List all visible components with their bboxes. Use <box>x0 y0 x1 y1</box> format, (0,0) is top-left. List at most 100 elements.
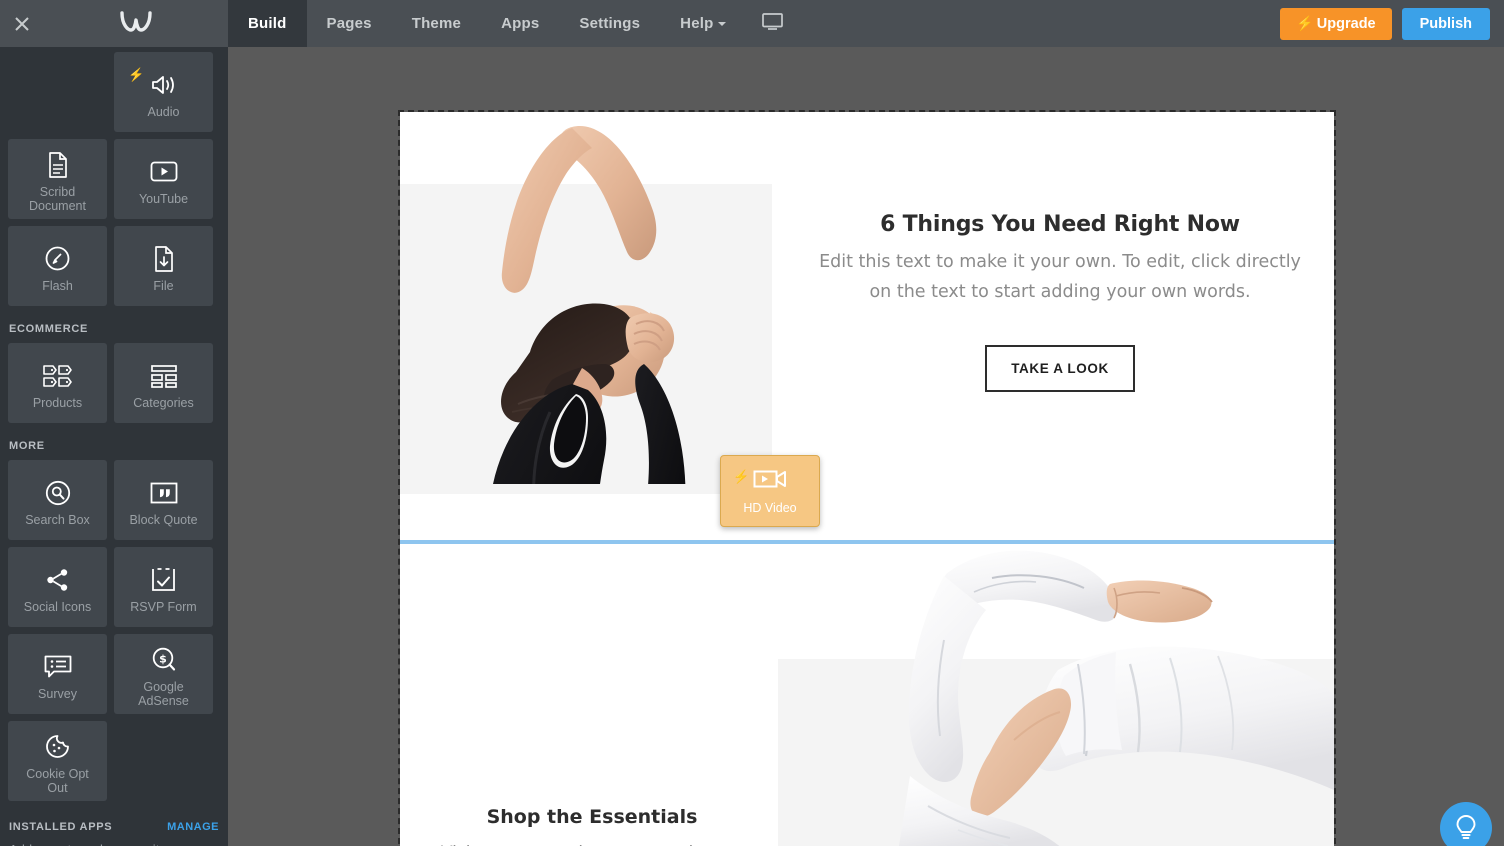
chevron-down-icon <box>718 21 727 26</box>
file-download-icon <box>153 244 175 274</box>
youtube-icon <box>150 157 178 187</box>
hero-body-text: Edit this text to make it your own. To e… <box>819 252 1301 302</box>
tab-build[interactable]: Build <box>228 0 307 47</box>
weebly-logo-icon <box>119 8 153 39</box>
tab-theme-label: Theme <box>411 15 462 32</box>
tile-google-adsense[interactable]: $ Google AdSense <box>114 634 213 714</box>
lower-title: Shop the Essentials <box>486 806 698 828</box>
cookie-icon <box>45 732 70 762</box>
monitor-icon <box>762 12 784 35</box>
video-camera-icon <box>753 468 787 495</box>
tab-apps[interactable]: Apps <box>481 0 559 47</box>
lower-text-block[interactable]: Shop the Essentials Visitors want to kno… <box>422 806 762 846</box>
tile-social-icons[interactable]: Social Icons <box>8 547 107 627</box>
svg-text:$: $ <box>159 652 167 665</box>
tile-flash-label: Flash <box>42 278 73 293</box>
tab-help-label: Help <box>680 15 714 32</box>
installed-apps-label: INSTALLED APPS <box>9 821 113 833</box>
tile-cookie-opt-out-label: Cookie Opt Out <box>26 766 89 795</box>
tile-search-box[interactable]: Search Box <box>8 460 107 540</box>
bolt-icon: ⚡ <box>1296 15 1314 31</box>
hero-section[interactable]: 6 Things You Need Right Now Edit this te… <box>400 112 1334 539</box>
tile-scribd-document[interactable]: Scribd Document <box>8 139 107 219</box>
elements-sidebar: ⚡ Audio Scribd Document YouTube Flash Fi… <box>0 47 228 846</box>
installed-apps-description: Add apps to make your site more powerful… <box>0 833 228 846</box>
topbar-actions: ⚡ Upgrade Publish <box>1280 0 1504 47</box>
survey-icon <box>44 652 72 682</box>
woman-in-white-yoga-pose-photo <box>778 544 1334 846</box>
help-lightbulb-button[interactable] <box>1440 802 1492 846</box>
tile-survey-label: Survey <box>38 686 77 701</box>
speaker-icon <box>151 70 177 100</box>
dragging-chip-label: HD Video <box>743 500 797 515</box>
categories-icon <box>150 361 178 391</box>
main-nav-tabs: Build Pages Theme Apps Settings Help <box>228 0 746 47</box>
hero-title: 6 Things You Need Right Now <box>880 212 1240 237</box>
products-icon <box>42 361 73 391</box>
tab-theme[interactable]: Theme <box>392 0 481 47</box>
installed-apps-header: INSTALLED APPS MANAGE <box>0 821 228 833</box>
hero-text-block[interactable]: 6 Things You Need Right Now Edit this te… <box>800 212 1320 392</box>
lower-body-text: Visitors want to know more about a compa… <box>422 838 762 846</box>
publish-button[interactable]: Publish <box>1401 7 1490 40</box>
tile-block-quote[interactable]: Block Quote <box>114 460 213 540</box>
page-preview: 6 Things You Need Right Now Edit this te… <box>398 110 1336 846</box>
tab-settings-label: Settings <box>579 15 641 32</box>
device-preview-selector[interactable] <box>746 0 804 47</box>
pro-bolt-icon: ⚡ <box>128 67 145 82</box>
site-canvas-area: 6 Things You Need Right Now Edit this te… <box>228 47 1504 846</box>
take-a-look-button[interactable]: TAKE A LOOK <box>985 345 1135 392</box>
document-icon <box>47 150 69 180</box>
lightbulb-icon <box>1455 814 1477 843</box>
lower-section[interactable]: Shop the Essentials Visitors want to kno… <box>400 544 1334 846</box>
rsvp-checkbox-icon <box>151 565 176 595</box>
lower-photo[interactable] <box>778 544 1334 846</box>
tile-file[interactable]: File <box>114 226 213 306</box>
tab-pages-label: Pages <box>326 15 372 32</box>
tile-survey[interactable]: Survey <box>8 634 107 714</box>
manage-apps-link[interactable]: MANAGE <box>167 821 219 833</box>
tab-settings[interactable]: Settings <box>559 0 660 47</box>
tile-categories-label: Categories <box>133 395 194 410</box>
upgrade-button[interactable]: ⚡ Upgrade <box>1280 7 1392 40</box>
close-editor-button[interactable] <box>0 0 44 47</box>
tab-build-label: Build <box>248 15 287 32</box>
tile-file-label: File <box>153 278 174 293</box>
tile-block-quote-label: Block Quote <box>129 512 198 527</box>
tile-flash[interactable]: Flash <box>8 226 107 306</box>
tile-products-label: Products <box>32 395 83 410</box>
dragging-hd-video-chip[interactable]: ⚡ HD Video <box>720 455 820 527</box>
section-label-more: MORE <box>9 440 45 452</box>
search-icon <box>45 478 71 508</box>
tile-rsvp-form-label: RSVP Form <box>130 599 197 614</box>
hero-photo[interactable] <box>400 112 772 484</box>
tile-google-adsense-label: Google AdSense <box>138 679 189 708</box>
tile-categories[interactable]: Categories <box>114 343 213 423</box>
tile-cookie-opt-out[interactable]: Cookie Opt Out <box>8 721 107 801</box>
woman-in-black-yoga-pose-photo <box>400 112 772 484</box>
tile-search-box-label: Search Box <box>25 512 90 527</box>
tab-pages[interactable]: Pages <box>307 0 392 47</box>
upgrade-label: Upgrade <box>1316 15 1376 32</box>
adsense-icon: $ <box>151 645 177 675</box>
quote-icon <box>150 478 178 508</box>
tile-rsvp-form[interactable]: RSVP Form <box>114 547 213 627</box>
top-toolbar: Build Pages Theme Apps Settings Help ⚡ U… <box>0 0 1504 47</box>
tile-social-icons-label: Social Icons <box>23 599 92 614</box>
share-icon <box>45 565 71 595</box>
media-tiles-group: ⚡ Audio Scribd Document YouTube Flash Fi… <box>0 47 228 306</box>
drop-position-indicator <box>400 540 1334 544</box>
tile-audio-label: Audio <box>147 104 180 119</box>
tab-apps-label: Apps <box>501 15 540 32</box>
section-label-ecommerce: ECOMMERCE <box>9 323 89 335</box>
tab-help[interactable]: Help <box>660 0 746 47</box>
ecommerce-tiles-group: Products Categories <box>0 343 228 423</box>
tile-scribd-document-label: Scribd Document <box>29 184 86 213</box>
weebly-logo[interactable] <box>44 0 228 47</box>
tile-audio[interactable]: ⚡ Audio <box>114 52 213 132</box>
tile-products[interactable]: Products <box>8 343 107 423</box>
pro-bolt-icon: ⚡ <box>733 469 750 484</box>
tile-youtube[interactable]: YouTube <box>114 139 213 219</box>
close-icon <box>12 14 32 34</box>
tile-youtube-label: YouTube <box>138 191 189 206</box>
